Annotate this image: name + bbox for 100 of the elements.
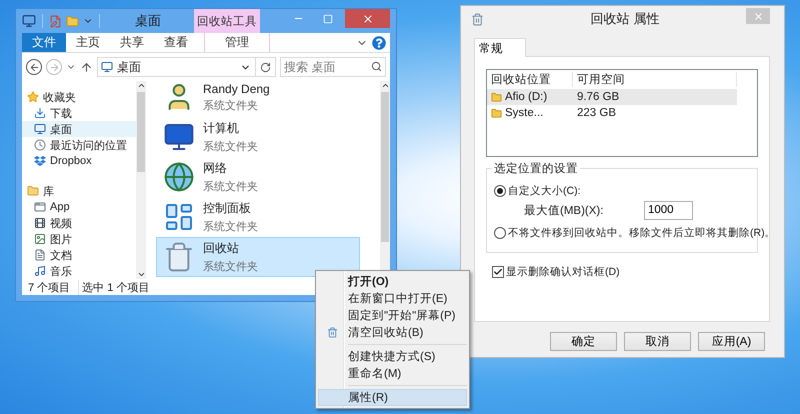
scrollbar[interactable] <box>136 81 146 279</box>
folder-item[interactable]: 回收站 系统文件夹 <box>156 237 360 277</box>
computer-icon <box>163 121 195 153</box>
nav-item[interactable]: Dropbox <box>22 153 136 169</box>
item-name: 网络 <box>203 160 228 177</box>
monitor-icon <box>101 61 113 73</box>
nav-item[interactable]: 下载 <box>22 105 136 121</box>
folder-item[interactable]: 控制面板 系统文件夹 <box>156 197 360 237</box>
close-icon <box>752 10 764 22</box>
checkbox-label: 显示删除确认对话框(D) <box>506 265 620 279</box>
scroll-up-icon[interactable] <box>380 81 390 90</box>
radio-label: 自定义大小(C): <box>508 184 580 198</box>
dialog-title: 回收站 属性 <box>590 10 660 28</box>
location-row[interactable]: Afio (D:) 9.76 GB <box>487 89 737 105</box>
space-text: 223 GB <box>577 107 616 119</box>
drive-folder-icon <box>491 108 502 118</box>
dialog-tab[interactable]: 常规 <box>474 38 526 57</box>
document-icon <box>34 249 46 261</box>
location-text: Syste... <box>505 107 544 119</box>
tool-tab-header: 回收站工具 <box>194 9 260 33</box>
radio-button[interactable] <box>494 227 506 239</box>
location-text: Afio (D:) <box>505 91 548 103</box>
ribbon-tab[interactable]: 查看 <box>154 33 198 52</box>
scroll-down-icon[interactable] <box>136 270 146 279</box>
ribbon-tab[interactable]: 主页 <box>66 33 110 52</box>
refresh-icon <box>260 62 271 72</box>
scrollbar-thumb[interactable] <box>381 92 389 242</box>
checkbox[interactable] <box>492 266 504 278</box>
menu-item[interactable]: 重命名(M) <box>318 365 467 382</box>
item-name: 计算机 <box>203 120 240 137</box>
radio-label: 不将文件移到回收站中。移除文件后立即将其删除(R)。 <box>508 226 776 240</box>
search-field[interactable]: 搜索 桌面 <box>280 57 386 77</box>
folder-icon <box>27 185 39 197</box>
item-type: 系统文件夹 <box>203 98 259 112</box>
folder-item[interactable]: 网络 系统文件夹 <box>156 157 360 197</box>
item-type: 系统文件夹 <box>203 260 258 274</box>
drive-folder-icon <box>491 92 502 102</box>
item-name: Randy Deng <box>203 82 270 96</box>
dialog-button[interactable]: 应用(A) <box>698 332 765 351</box>
back-button[interactable] <box>26 59 42 75</box>
recycle-bin-icon <box>326 327 338 338</box>
field-label: 最大值(MB)(X): <box>524 204 604 218</box>
search-icon[interactable] <box>371 61 382 72</box>
dialog-button[interactable]: 取消 <box>624 332 691 351</box>
nav-item[interactable]: 图片 <box>22 231 136 247</box>
download-icon <box>34 107 46 119</box>
maximize-icon <box>323 14 333 24</box>
star-icon <box>27 91 39 103</box>
window-title: 桌面 <box>134 12 162 30</box>
ribbon-tab[interactable]: 管理 <box>204 33 270 52</box>
nav-item[interactable]: 音乐 <box>22 263 136 279</box>
clock-icon <box>34 139 46 151</box>
folder-item[interactable]: Randy Deng 系统文件夹 <box>156 81 360 117</box>
item-type: 系统文件夹 <box>203 180 258 194</box>
forward-arrow-icon <box>48 62 60 72</box>
up-arrow-icon <box>80 60 93 74</box>
nav-item[interactable]: 文档 <box>22 247 136 263</box>
close-button[interactable] <box>345 9 390 28</box>
item-name: 控制面板 <box>203 200 252 217</box>
help-icon <box>372 36 386 50</box>
folder-item[interactable]: 计算机 系统文件夹 <box>156 117 360 157</box>
globe-icon <box>163 161 195 193</box>
back-arrow-icon <box>28 62 40 72</box>
item-type: 系统文件夹 <box>203 140 258 154</box>
nav-item[interactable]: App <box>22 199 136 215</box>
app-icon <box>34 201 46 213</box>
up-button[interactable] <box>80 60 93 74</box>
menu-item[interactable]: 在新窗口中打开(E) <box>318 290 467 307</box>
music-icon <box>34 265 46 277</box>
dialog-button[interactable]: 确定 <box>550 332 617 351</box>
radio-button[interactable] <box>494 185 506 197</box>
menu-item[interactable]: 属性(R) <box>318 389 467 406</box>
address-bar[interactable]: 桌面 <box>97 57 276 77</box>
space-text: 9.76 GB <box>577 91 620 103</box>
nav-item[interactable]: 桌面 <box>22 121 136 137</box>
ribbon-tab[interactable]: 共享 <box>110 33 154 52</box>
size-input-field[interactable]: 1000 <box>644 200 693 220</box>
nav-item[interactable]: 库 <box>22 183 136 199</box>
recycle-bin-icon <box>471 12 484 26</box>
menu-item[interactable]: 清空回收站(B) <box>318 324 467 341</box>
film-icon <box>34 217 46 229</box>
column-header[interactable]: 可用空间 <box>573 72 737 87</box>
control-panel-icon <box>163 201 195 233</box>
nav-item[interactable]: 视频 <box>22 215 136 231</box>
location-row[interactable]: Syste... 223 GB <box>487 105 737 121</box>
image-icon <box>34 233 46 245</box>
scroll-up-icon[interactable] <box>136 81 146 90</box>
column-header[interactable]: 回收站位置 <box>487 72 573 87</box>
nav-item[interactable]: 收藏夹 <box>22 89 136 105</box>
group-title: 选定位置的设置 <box>492 161 580 176</box>
item-type: 系统文件夹 <box>203 220 258 234</box>
monitor-icon <box>34 123 46 135</box>
item-name: 回收站 <box>203 240 240 257</box>
menu-item[interactable]: 固定到"开始"屏幕(P) <box>318 307 467 324</box>
ribbon-tab[interactable]: 文件 <box>22 33 66 52</box>
monitor-icon[interactable] <box>22 14 36 28</box>
nav-item[interactable]: 最近访问的位置 <box>22 137 136 153</box>
status-text: 7 个项目 <box>25 280 80 294</box>
scrollbar-thumb[interactable] <box>137 92 145 172</box>
menu-item[interactable]: 创建快捷方式(S) <box>318 348 467 365</box>
